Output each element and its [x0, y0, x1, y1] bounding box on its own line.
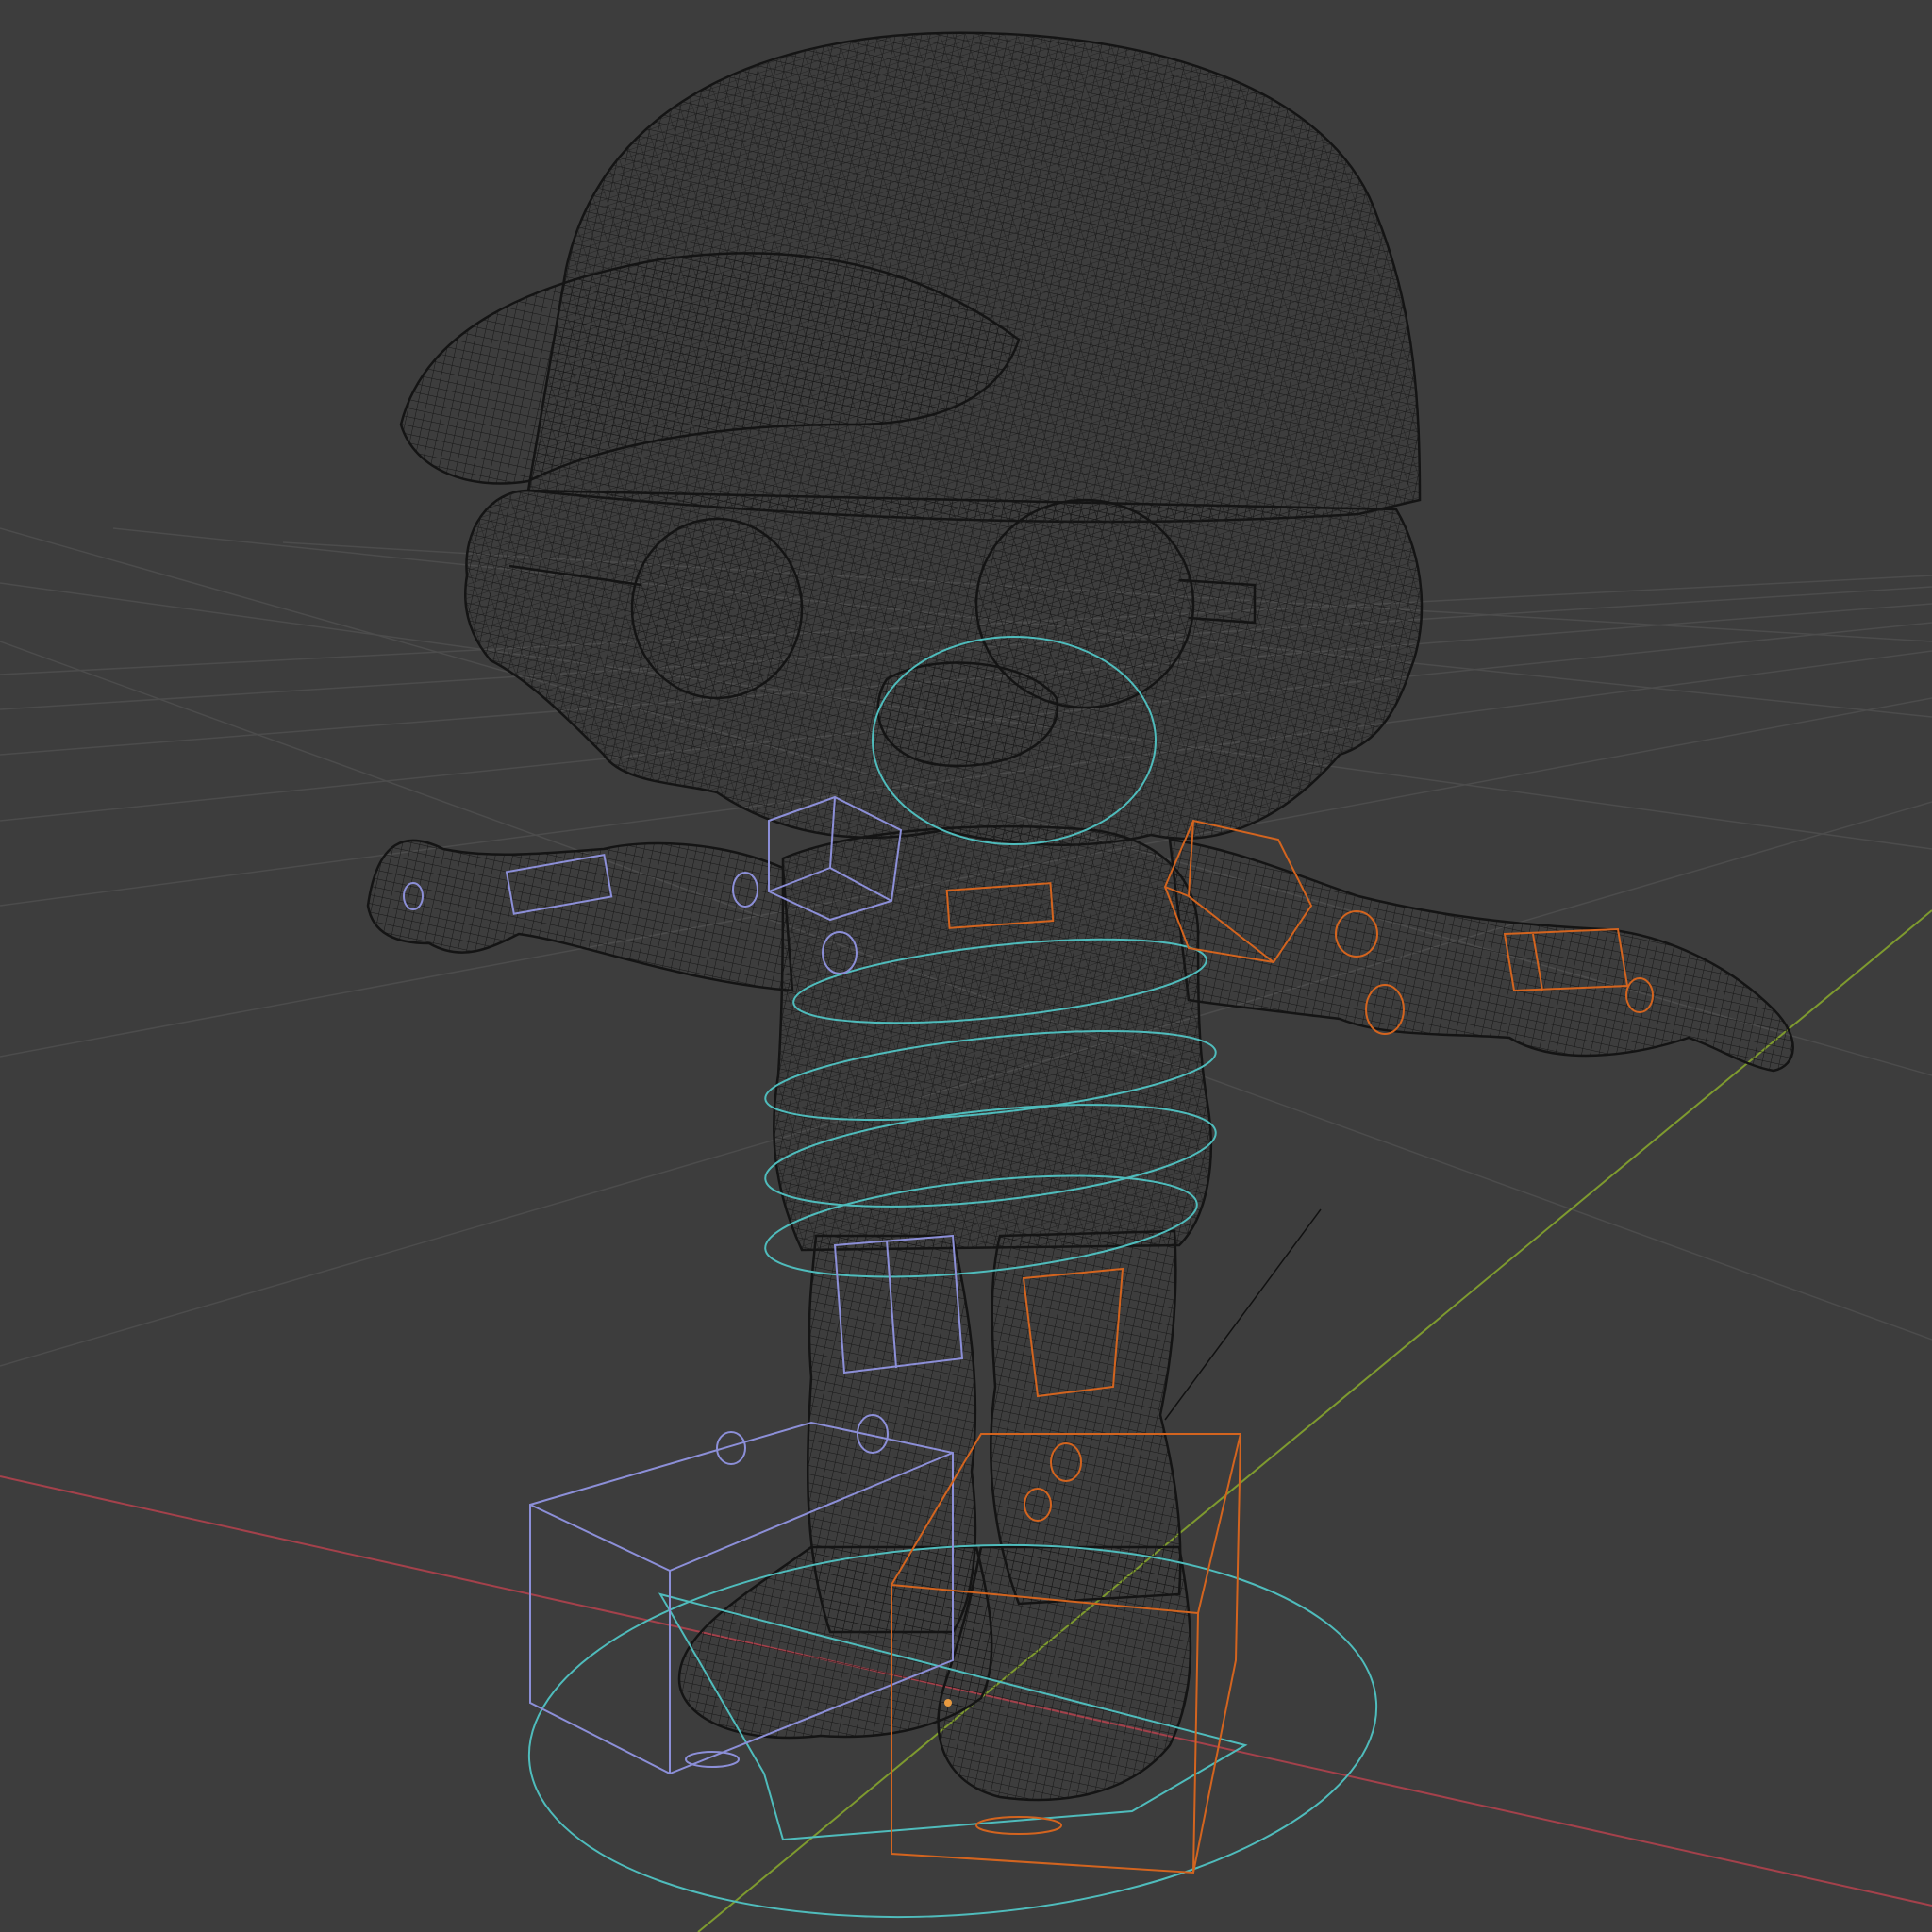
- light-direction-line: [1164, 1208, 1322, 1421]
- left-arm: [366, 839, 794, 992]
- goggle-left: [630, 517, 804, 700]
- object-origin-dot[interactable]: [944, 1699, 952, 1707]
- left-heel-ring[interactable]: [685, 1751, 740, 1768]
- torso-overlay: [774, 826, 1211, 1250]
- right-heel-ring[interactable]: [975, 1816, 1062, 1835]
- right-boot: [937, 1545, 1192, 1802]
- viewport-canvas[interactable]: [0, 0, 1932, 1932]
- 3d-viewport[interactable]: [0, 0, 1932, 1932]
- character-mesh[interactable]: [366, 31, 1794, 1802]
